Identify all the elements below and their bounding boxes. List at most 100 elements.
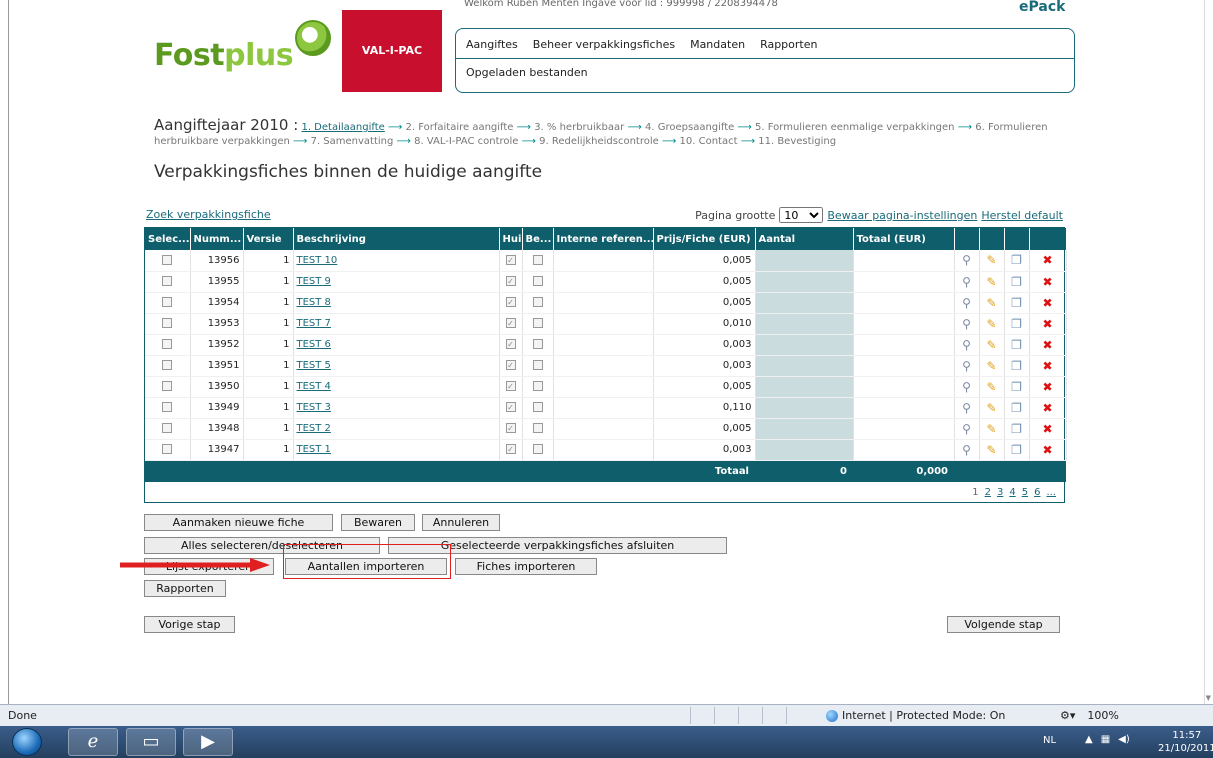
nav-beheer-verpakkingsfiches[interactable]: Beheer verpakkingsfiches xyxy=(533,38,675,51)
zoom-controls[interactable]: ⚙▾ 100% xyxy=(1060,709,1119,722)
page-link[interactable]: 3 xyxy=(997,487,1003,498)
explorer-folder-icon[interactable]: ▭ xyxy=(126,728,176,756)
search-fiche-link[interactable]: Zoek verpakkingsfiche xyxy=(146,208,271,221)
network-icon[interactable]: ▦ xyxy=(1101,734,1110,745)
row-description-link[interactable]: TEST 9 xyxy=(297,276,331,287)
row-quantity-input[interactable] xyxy=(755,271,854,293)
row-description-link[interactable]: TEST 2 xyxy=(297,423,331,434)
security-zone[interactable]: Internet | Protected Mode: On xyxy=(826,709,1005,722)
column-header[interactable]: Versie xyxy=(243,228,294,250)
row-select-checkbox[interactable] xyxy=(162,254,173,265)
new-fiche-button[interactable]: Aanmaken nieuwe fiche xyxy=(144,514,333,531)
column-header[interactable]: Beschrijving xyxy=(293,228,500,250)
copy-icon[interactable]: ❐ xyxy=(1009,380,1025,394)
row-be-checkbox[interactable] xyxy=(532,444,543,454)
pencil-icon[interactable]: ✎ xyxy=(984,401,1000,415)
page-scrollbar[interactable]: ▼ xyxy=(1204,0,1213,704)
copy-icon[interactable]: ❐ xyxy=(1009,401,1025,415)
row-be-checkbox[interactable] xyxy=(532,276,543,286)
column-header[interactable]: Prijs/Fiche (EUR) xyxy=(653,228,756,250)
magnifier-icon[interactable]: ⚲ xyxy=(959,338,975,352)
previous-step-button[interactable]: Vorige stap xyxy=(144,616,235,633)
pencil-icon[interactable]: ✎ xyxy=(984,253,1000,267)
pencil-icon[interactable]: ✎ xyxy=(984,380,1000,394)
row-select-checkbox[interactable] xyxy=(162,297,173,307)
magnifier-icon[interactable]: ⚲ xyxy=(959,380,975,394)
delete-icon[interactable]: ✖ xyxy=(1040,275,1056,289)
page-size-select[interactable]: 10 xyxy=(779,207,824,223)
cancel-button[interactable]: Annuleren xyxy=(422,514,500,531)
delete-icon[interactable]: ✖ xyxy=(1040,253,1056,267)
row-select-checkbox[interactable] xyxy=(162,381,173,391)
wizard-step-1[interactable]: 1. Detailaangifte xyxy=(301,122,384,133)
page-link[interactable]: 5 xyxy=(1022,487,1028,498)
delete-icon[interactable]: ✖ xyxy=(1040,380,1056,394)
nav-aangiftes[interactable]: Aangiftes xyxy=(466,38,518,51)
row-description-link[interactable]: TEST 10 xyxy=(297,255,338,266)
save-page-settings-link[interactable]: Bewaar pagina-instellingen xyxy=(827,209,977,222)
magnifier-icon[interactable]: ⚲ xyxy=(959,317,975,331)
delete-icon[interactable]: ✖ xyxy=(1040,401,1056,415)
row-select-checkbox[interactable] xyxy=(162,444,173,454)
pencil-icon[interactable]: ✎ xyxy=(984,317,1000,331)
magnifier-icon[interactable]: ⚲ xyxy=(959,275,975,289)
copy-icon[interactable]: ❐ xyxy=(1009,338,1025,352)
row-description-link[interactable]: TEST 7 xyxy=(297,318,331,329)
language-indicator[interactable]: NL xyxy=(1043,735,1056,746)
row-description-link[interactable]: TEST 1 xyxy=(297,444,331,455)
media-player-icon[interactable]: ▶ xyxy=(183,728,233,756)
copy-icon[interactable]: ❐ xyxy=(1009,296,1025,310)
magnifier-icon[interactable]: ⚲ xyxy=(959,359,975,373)
delete-icon[interactable]: ✖ xyxy=(1040,422,1056,436)
reports-button[interactable]: Rapporten xyxy=(144,580,226,597)
start-button[interactable] xyxy=(12,728,42,756)
row-select-checkbox[interactable] xyxy=(162,360,173,370)
copy-icon[interactable]: ❐ xyxy=(1009,275,1025,289)
copy-icon[interactable]: ❐ xyxy=(1009,253,1025,267)
delete-icon[interactable]: ✖ xyxy=(1040,359,1056,373)
nav-mandaten[interactable]: Mandaten xyxy=(690,38,745,51)
delete-icon[interactable]: ✖ xyxy=(1040,443,1056,457)
row-quantity-input[interactable] xyxy=(755,250,854,272)
row-description-link[interactable]: TEST 6 xyxy=(297,339,331,350)
row-be-checkbox[interactable] xyxy=(532,381,543,391)
pencil-icon[interactable]: ✎ xyxy=(984,296,1000,310)
page-link[interactable]: ... xyxy=(1046,487,1056,498)
row-quantity-input[interactable] xyxy=(755,334,854,356)
row-quantity-input[interactable] xyxy=(755,418,854,440)
row-select-checkbox[interactable] xyxy=(162,339,173,349)
row-quantity-input[interactable] xyxy=(755,313,854,335)
scroll-down-icon[interactable]: ▼ xyxy=(1206,695,1211,702)
column-header[interactable]: Totaal (EUR) xyxy=(853,228,955,250)
copy-icon[interactable]: ❐ xyxy=(1009,317,1025,331)
column-header[interactable]: Be... xyxy=(522,228,554,250)
reset-default-link[interactable]: Herstel default xyxy=(981,209,1063,222)
row-select-checkbox[interactable] xyxy=(162,318,173,328)
pencil-icon[interactable]: ✎ xyxy=(984,338,1000,352)
internet-explorer-icon[interactable]: ℯ xyxy=(68,728,118,756)
delete-icon[interactable]: ✖ xyxy=(1040,296,1056,310)
row-quantity-input[interactable] xyxy=(755,355,854,377)
row-be-checkbox[interactable] xyxy=(532,297,543,307)
save-button[interactable]: Bewaren xyxy=(341,514,415,531)
zoom-level[interactable]: 100% xyxy=(1087,709,1118,722)
import-fiches-button[interactable]: Fiches importeren xyxy=(455,558,597,575)
magnifier-icon[interactable]: ⚲ xyxy=(959,296,975,310)
row-description-link[interactable]: TEST 5 xyxy=(297,360,331,371)
magnifier-icon[interactable]: ⚲ xyxy=(959,253,975,267)
show-hidden-icon[interactable]: ▲ xyxy=(1085,734,1093,745)
column-header[interactable]: Aantal xyxy=(755,228,854,250)
row-quantity-input[interactable] xyxy=(755,397,854,419)
page-link[interactable]: 4 xyxy=(1009,487,1015,498)
copy-icon[interactable]: ❐ xyxy=(1009,359,1025,373)
row-be-checkbox[interactable] xyxy=(532,423,543,433)
column-header[interactable]: Numm... xyxy=(190,228,244,250)
pencil-icon[interactable]: ✎ xyxy=(984,443,1000,457)
column-header[interactable]: Selec... xyxy=(145,228,191,250)
row-be-checkbox[interactable] xyxy=(532,402,543,412)
protected-mode-icon[interactable]: ⚙▾ xyxy=(1060,709,1075,722)
column-header[interactable]: Hui... xyxy=(499,228,523,250)
row-select-checkbox[interactable] xyxy=(162,423,173,433)
delete-icon[interactable]: ✖ xyxy=(1040,317,1056,331)
next-step-button[interactable]: Volgende stap xyxy=(947,616,1060,633)
